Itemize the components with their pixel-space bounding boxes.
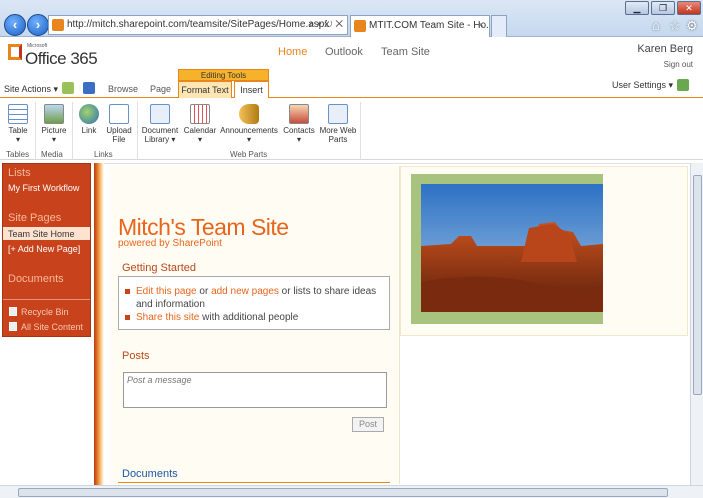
tools-gear-icon[interactable]: ⚙	[686, 18, 698, 34]
nav-team-site-home[interactable]: Team Site Home	[8, 229, 75, 239]
getting-started-line1: Edit this page or add new pages or lists…	[125, 285, 387, 311]
edit-page-icon[interactable]	[83, 82, 95, 94]
ribbon-tab-strip	[0, 80, 703, 98]
upload-file-icon	[109, 104, 129, 124]
ribbon-separator	[137, 102, 138, 160]
tab-favicon-icon	[354, 20, 366, 32]
group-links: Links	[94, 150, 113, 159]
back-button[interactable]: ‹	[4, 14, 26, 36]
nav-add-new-page[interactable]: [+ Add New Page]	[8, 244, 80, 254]
picture-button[interactable]: Picture ▾	[38, 104, 70, 144]
editing-tools-label: Editing Tools	[178, 69, 269, 81]
site-pages-heading[interactable]: Site Pages	[8, 212, 61, 224]
o365-header	[0, 38, 703, 80]
link-button[interactable]: Link	[78, 104, 100, 135]
web-parts-icon	[328, 104, 348, 124]
nav-my-first-workflow[interactable]: My First Workflow	[8, 183, 79, 193]
calendar-icon	[190, 104, 210, 124]
tab-format-text[interactable]: Format Text	[178, 81, 232, 98]
ribbon-separator	[35, 102, 36, 160]
office-logo-icon	[8, 44, 22, 60]
share-site-link[interactable]: Share this site	[136, 312, 199, 323]
documents-underline	[118, 482, 390, 483]
contacts-icon	[289, 104, 309, 124]
group-web-parts: Web Parts	[230, 150, 268, 159]
tab-page[interactable]: Page	[150, 84, 171, 94]
nav-team-site[interactable]: Team Site	[381, 46, 430, 58]
document-library-icon	[150, 104, 170, 124]
logo-text: Office 365	[25, 49, 98, 68]
group-media: Media	[41, 150, 63, 159]
nav-divider	[3, 299, 90, 300]
upload-file-button[interactable]: Upload File	[104, 104, 134, 144]
ribbon-separator	[360, 102, 361, 160]
people-icon[interactable]	[677, 79, 689, 91]
documents-webpart-heading[interactable]: Documents	[122, 468, 178, 480]
picture-frame	[411, 174, 603, 324]
contacts-button[interactable]: Contacts ▾	[282, 104, 316, 144]
tab-insert[interactable]: Insert	[234, 81, 269, 99]
sign-out-link[interactable]: Sign out	[664, 60, 693, 69]
lists-heading[interactable]: Lists	[8, 167, 31, 179]
powered-by: powered by SharePoint	[118, 238, 222, 249]
address-bar[interactable]: http://mitch.sharepoint.com/teamsite/Sit…	[48, 15, 348, 35]
window-close-button[interactable]: ✕	[677, 1, 701, 15]
desert-landscape-image	[421, 184, 603, 312]
forward-button[interactable]: ›	[27, 14, 49, 36]
group-tables: Tables	[6, 150, 30, 159]
nav-home[interactable]: Home	[278, 46, 307, 58]
edit-page-link[interactable]: Edit this page	[136, 286, 197, 297]
vertical-scrollbar[interactable]	[690, 163, 703, 485]
announcements-button[interactable]: Announcements ▾	[220, 104, 278, 144]
horizontal-scrollbar[interactable]	[0, 485, 703, 498]
home-icon[interactable]: ⌂	[652, 18, 660, 33]
favorites-star-icon[interactable]: ☆	[669, 18, 681, 34]
site-actions-menu[interactable]: Site Actions ▾	[4, 84, 58, 95]
post-message-input[interactable]: Post a message	[123, 372, 387, 408]
address-controls-icon[interactable]: ⌕ ▾ ↻ ✕	[309, 16, 343, 34]
add-new-pages-link[interactable]: add new pages	[211, 286, 279, 297]
calendar-button[interactable]: Calendar ▾	[183, 104, 217, 144]
site-title: Mitch's Team Site	[118, 214, 289, 240]
minimize-button[interactable]: ▁	[625, 1, 649, 15]
browser-tab[interactable]: MTIT.COM Team Site - Ho... ×	[350, 15, 490, 37]
posts-heading: Posts	[122, 350, 150, 362]
ribbon-separator	[72, 102, 73, 160]
table-button[interactable]: Table ▾	[5, 104, 31, 144]
url-text: http://mitch.sharepoint.com/teamsite/Sit…	[67, 19, 330, 30]
site-favicon-icon	[52, 19, 64, 31]
navigate-up-icon[interactable]	[62, 82, 74, 94]
picture-icon	[44, 104, 64, 124]
user-name[interactable]: Karen Berg	[637, 43, 693, 55]
nav-outlook[interactable]: Outlook	[325, 46, 363, 58]
nav-all-site-content[interactable]: All Site Content	[21, 322, 83, 332]
recycle-bin-icon	[9, 307, 17, 316]
all-site-content-icon	[9, 322, 17, 331]
bullet	[125, 314, 130, 320]
scroll-thumb[interactable]	[18, 488, 668, 497]
tab-browse[interactable]: Browse	[108, 84, 138, 94]
more-web-parts-button[interactable]: More Web Parts	[318, 104, 358, 144]
getting-started-line2: Share this site with additional people	[125, 311, 387, 324]
table-icon	[8, 104, 28, 124]
globe-link-icon	[79, 104, 99, 124]
megaphone-icon	[239, 104, 259, 124]
user-settings-menu[interactable]: User Settings ▾	[612, 80, 673, 91]
nav-recycle-bin[interactable]: Recycle Bin	[21, 307, 69, 317]
maximize-button[interactable]: ❐	[651, 1, 675, 15]
document-library-button[interactable]: Document Library ▾	[140, 104, 180, 144]
bullet	[125, 288, 130, 294]
post-button[interactable]: Post	[352, 417, 384, 432]
tab-close-icon[interactable]: ×	[478, 16, 484, 36]
scroll-thumb[interactable]	[693, 175, 702, 395]
getting-started-box: Edit this page or add new pages or lists…	[118, 276, 390, 330]
new-tab-button[interactable]	[491, 15, 507, 37]
getting-started-heading: Getting Started	[122, 262, 196, 274]
documents-heading[interactable]: Documents	[8, 273, 64, 285]
tab-title: MTIT.COM Team Site - Ho...	[369, 20, 490, 31]
decorative-stripe	[94, 163, 104, 485]
